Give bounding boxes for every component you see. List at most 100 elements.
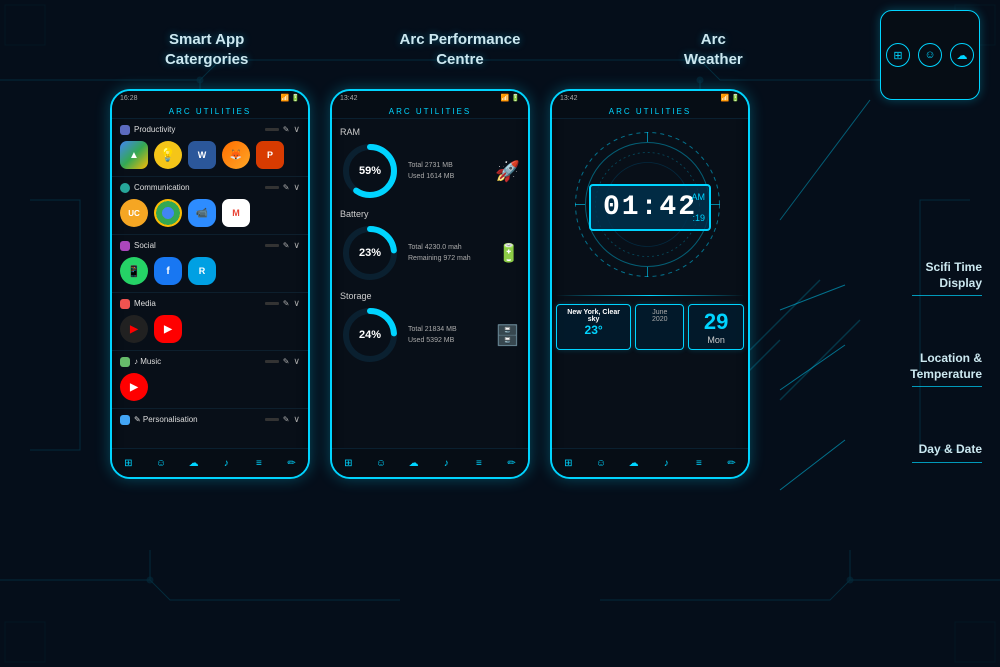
phone2-main: RAM 59% Total 2731 MB Used 1614 MB — [332, 119, 528, 381]
nav2-face-icon[interactable]: ☺ — [373, 455, 389, 471]
weather-city: New York, Clear sky — [561, 309, 626, 323]
nav2-music-icon[interactable]: ♪ — [438, 455, 454, 471]
nav3-grid-icon[interactable]: ⊞ — [560, 455, 576, 471]
date-number: 29 — [693, 309, 739, 335]
app-music1[interactable]: ▶ — [120, 373, 148, 401]
weather-temp: 23° — [561, 323, 626, 337]
nav-edit-icon[interactable]: ✏ — [284, 455, 300, 471]
cat-personalisation-label: ✎ Personalisation — [134, 415, 198, 424]
battery-details: Total 4230.0 mah Remaining 972 mah — [408, 242, 490, 264]
app-youtube[interactable]: ▶ — [154, 315, 182, 343]
music-apps: ▶ — [120, 371, 300, 403]
nav3-edit-icon[interactable]: ✏ — [724, 455, 740, 471]
app-google-drive[interactable]: ▲ — [120, 141, 148, 169]
phone1-time: 16:28 — [120, 95, 138, 102]
app-office[interactable]: P — [256, 141, 284, 169]
ram-label: RAM — [340, 127, 520, 137]
phone3-nav: ⊞ ☺ ☁ ♪ ≡ ✏ — [552, 448, 748, 477]
nav-grid-icon[interactable]: ⊞ — [120, 455, 136, 471]
nav-cloud-icon[interactable]: ☁ — [186, 455, 202, 471]
cat-social-label: Social — [134, 241, 156, 250]
phone2-status-bar: 13:42 📶 🔋 — [332, 91, 528, 105]
ram-section: RAM 59% Total 2731 MB Used 1614 MB — [340, 127, 520, 201]
phone3-title: ARC UTILITIES — [552, 105, 748, 119]
app-zoom[interactable]: 📹 — [188, 199, 216, 227]
cat-media-label: Media — [134, 299, 156, 308]
section-label-smart-app: Smart App Catergories — [107, 30, 307, 69]
productivity-apps: ▲ 💡 W 🦊 P — [120, 139, 300, 171]
phone2-nav: ⊞ ☺ ☁ ♪ ≡ ✏ — [332, 448, 528, 477]
ram-gauge: 59% — [340, 141, 400, 201]
clock-ampm: AM — [692, 192, 706, 202]
phone1-indicators: 📶 🔋 — [281, 94, 300, 102]
phone3-main: AM 01:42 :19 New York, Clear sky 23° Jun… — [552, 119, 748, 354]
battery-percent: 23% — [359, 247, 381, 259]
phone1-title: ARC UTILITIES — [112, 105, 308, 119]
cat-communication-label: Communication — [134, 183, 190, 192]
clock-time: 01:42 — [603, 192, 697, 223]
social-apps: 📱 f R — [120, 255, 300, 287]
phone-app-categories: 16:28 📶 🔋 ARC UTILITIES Productivity ✎ ∨ — [110, 89, 310, 479]
app-word[interactable]: W — [188, 141, 216, 169]
category-media: Media ✎ ∨ ▶ ▶ — [112, 293, 308, 351]
nav2-list-icon[interactable]: ≡ — [471, 455, 487, 471]
phone3-status-bar: 13:42 📶 🔋 — [552, 91, 748, 105]
nav3-music-icon[interactable]: ♪ — [658, 455, 674, 471]
storage-label: Storage — [340, 291, 520, 301]
section-label-arc-weather: Arc Weather — [613, 30, 813, 69]
nav2-cloud-icon[interactable]: ☁ — [406, 455, 422, 471]
phone3-time: 13:42 — [560, 95, 578, 102]
nav-music-icon[interactable]: ♪ — [218, 455, 234, 471]
app-chrome[interactable] — [154, 199, 182, 227]
storage-icon: 🗄️ — [495, 323, 520, 348]
app-uc[interactable]: UC — [120, 199, 148, 227]
app-media1[interactable]: ▶ — [120, 315, 148, 343]
day-name: Mon — [693, 335, 739, 345]
category-social: Social ✎ ∨ 📱 f R — [112, 235, 308, 293]
weather-day-box: 29 Mon — [688, 304, 744, 350]
weather-location-box: New York, Clear sky 23° — [556, 304, 631, 350]
weather-widgets: New York, Clear sky 23° June 2020 29 Mon — [556, 304, 744, 350]
nav2-edit-icon[interactable]: ✏ — [504, 455, 520, 471]
battery-icon: 🔋 — [498, 243, 520, 264]
scifi-clock: AM 01:42 :19 — [570, 127, 730, 287]
storage-gauge: 24% — [340, 305, 400, 365]
rocket-icon: 🚀 — [495, 159, 520, 184]
app-firefox[interactable]: 🦊 — [222, 141, 250, 169]
cat-productivity-label: Productivity — [134, 125, 175, 134]
weather-date-box: June 2020 — [635, 304, 684, 350]
category-productivity: Productivity ✎ ∨ ▲ 💡 W 🦊 P — [112, 119, 308, 177]
media-apps: ▶ ▶ — [120, 313, 300, 345]
clock-seconds: :19 — [692, 213, 705, 223]
storage-details: Total 21834 MB Used 5392 MB — [408, 324, 487, 346]
ram-percent: 59% — [359, 165, 381, 177]
app-gmail[interactable]: M — [222, 199, 250, 227]
category-personalisation: ✎ Personalisation ✎ ∨ — [112, 409, 308, 434]
battery-gauge: 23% — [340, 223, 400, 283]
category-communication: Communication ✎ ∨ UC 📹 M — [112, 177, 308, 235]
app-whatsapp[interactable]: 📱 — [120, 257, 148, 285]
phone2-indicators: 📶 🔋 — [501, 94, 520, 102]
nav3-list-icon[interactable]: ≡ — [691, 455, 707, 471]
storage-section: Storage 24% Total 21834 MB Used 5392 MB — [340, 291, 520, 365]
nav-face-icon[interactable]: ☺ — [153, 455, 169, 471]
clock-display: AM 01:42 :19 — [589, 184, 711, 231]
storage-percent: 24% — [359, 329, 381, 341]
phone-weather: 13:42 📶 🔋 ARC UTILITIES — [550, 89, 750, 479]
nav2-grid-icon[interactable]: ⊞ — [340, 455, 356, 471]
phone3-indicators: 📶 🔋 — [721, 94, 740, 102]
app-reliance[interactable]: R — [188, 257, 216, 285]
nav3-face-icon[interactable]: ☺ — [593, 455, 609, 471]
app-facebook[interactable]: f — [154, 257, 182, 285]
phone2-time: 13:42 — [340, 95, 358, 102]
nav3-cloud-icon[interactable]: ☁ — [626, 455, 642, 471]
app-idea[interactable]: 💡 — [154, 141, 182, 169]
communication-apps: UC 📹 M — [120, 197, 300, 229]
cat-music-label: ♪ Music — [134, 357, 161, 366]
phone2-title: ARC UTILITIES — [332, 105, 528, 119]
nav-list-icon[interactable]: ≡ — [251, 455, 267, 471]
battery-label: Battery — [340, 209, 520, 219]
category-music: ♪ Music ✎ ∨ ▶ — [112, 351, 308, 409]
phone1-nav: ⊞ ☺ ☁ ♪ ≡ ✏ — [112, 448, 308, 477]
weather-year: 2020 — [640, 316, 679, 323]
